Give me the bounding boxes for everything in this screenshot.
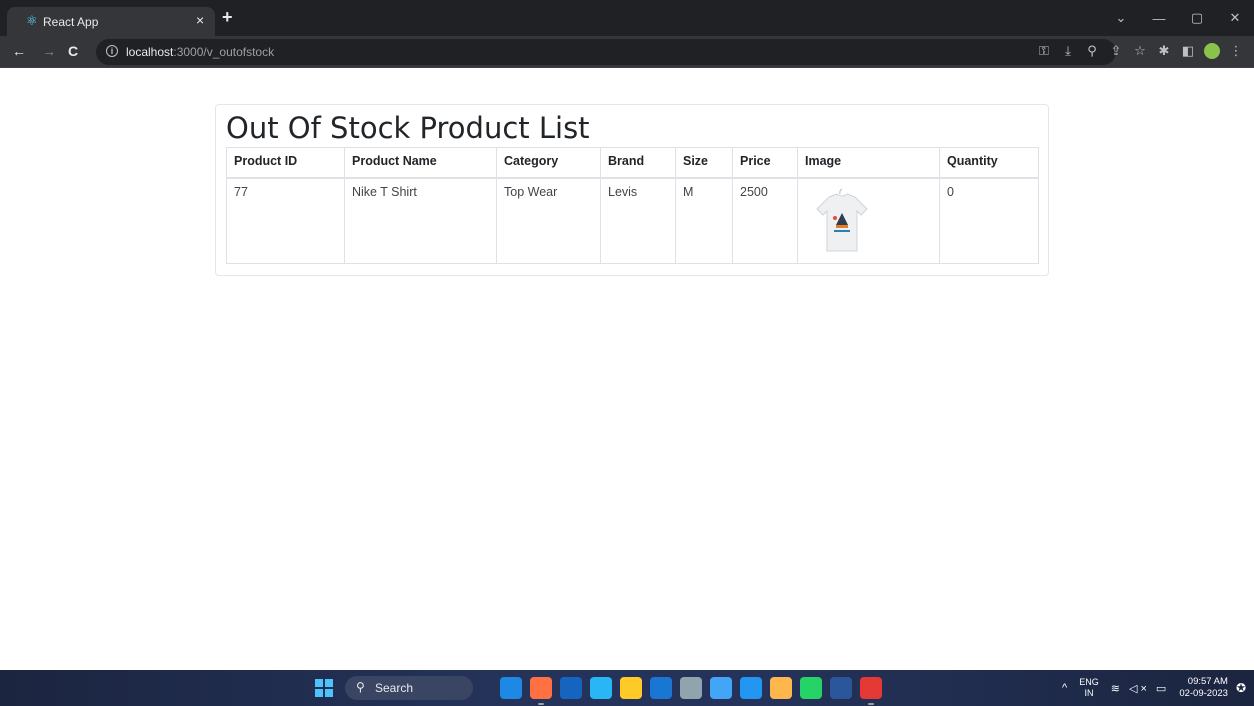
cell-category: Top Wear — [496, 177, 601, 264]
url-path: :3000/v_outofstock — [173, 45, 275, 59]
vscode-icon[interactable] — [740, 677, 762, 699]
page-title: Out Of Stock Product List — [226, 111, 590, 145]
url-host: localhost — [126, 45, 174, 59]
chevron-up-icon[interactable]: ^ — [1062, 682, 1067, 694]
table-row: 77 Nike T Shirt Top Wear Levis M 2500 0 — [226, 177, 1039, 264]
settings-icon[interactable] — [680, 677, 702, 699]
url-text[interactable]: localhost:3000/v_outofstock — [126, 45, 274, 59]
cell-product-name: Nike T Shirt — [344, 177, 497, 264]
tab-search-icon[interactable]: ⌄ — [1102, 10, 1140, 26]
toolbar-icons: ⚿ ⤓ ⚲ ⇪ ☆ ✱ ◧ ⋮ — [1032, 42, 1248, 60]
product-table: Product ID Product Name Category Brand S… — [226, 147, 1039, 264]
tshirt-image — [816, 188, 868, 251]
col-image: Image — [797, 147, 940, 179]
clock-date: 02-09-2023 — [1179, 688, 1228, 699]
col-category: Category — [496, 147, 601, 179]
running-indicator — [538, 703, 544, 705]
tab-react-app[interactable]: ⚛ React App × — [7, 7, 215, 36]
col-product-name: Product Name — [344, 147, 497, 179]
lang-code: ENG — [1079, 677, 1099, 687]
col-product-id: Product ID — [226, 147, 345, 179]
zoom-icon[interactable]: ⚲ — [1080, 42, 1104, 60]
cell-price: 2500 — [732, 177, 798, 264]
site-info-icon[interactable]: i — [106, 45, 118, 57]
close-window-icon[interactable]: ✕ — [1216, 10, 1254, 26]
profile-avatar[interactable] — [1204, 43, 1220, 59]
col-quantity: Quantity — [939, 147, 1039, 179]
cell-brand: Levis — [600, 177, 676, 264]
chrome-icon[interactable] — [530, 677, 552, 705]
monitor-icon[interactable] — [710, 677, 732, 699]
browser-toolbar: ← → C i localhost:3000/v_outofstock ⚿ ⤓ … — [0, 36, 1254, 68]
paint-icon[interactable] — [860, 677, 882, 705]
edge-icon[interactable] — [590, 677, 612, 699]
product-list-card: Out Of Stock Product List Product ID Pro… — [215, 104, 1049, 276]
cell-size: M — [675, 177, 733, 264]
share-icon[interactable]: ⇪ — [1104, 42, 1128, 60]
sidepanel-icon[interactable]: ◧ — [1176, 42, 1200, 60]
new-tab-button[interactable]: + — [222, 8, 233, 26]
extensions-icon[interactable]: ✱ — [1152, 42, 1176, 60]
col-size: Size — [675, 147, 733, 179]
clock[interactable]: 09:57 AM 02-09-2023 — [1179, 676, 1228, 700]
cell-image — [797, 177, 940, 264]
windows-start-icon[interactable] — [315, 679, 333, 697]
store-icon[interactable] — [560, 677, 582, 699]
key-icon[interactable]: ⚿ — [1032, 42, 1056, 60]
system-tray: ^ ENG IN ≋ ◁× ▭ 09:57 AM 02-09-2023 ✪ — [1062, 674, 1246, 702]
word-icon[interactable] — [830, 677, 852, 699]
install-icon[interactable]: ⤓ — [1056, 42, 1080, 60]
lang-region: IN — [1084, 688, 1094, 698]
table-header-row: Product ID Product Name Category Brand S… — [226, 147, 1039, 179]
search-label: Search — [375, 681, 414, 695]
col-price: Price — [732, 147, 798, 179]
menu-icon[interactable]: ⋮ — [1224, 42, 1248, 60]
cell-product-id: 77 — [226, 177, 345, 264]
running-indicator — [868, 703, 874, 705]
address-bar[interactable]: i localhost:3000/v_outofstock — [96, 39, 1116, 65]
notification-icon[interactable]: ✪ — [1236, 681, 1246, 695]
minimize-icon[interactable]: — — [1140, 11, 1178, 26]
files-icon[interactable] — [620, 677, 642, 699]
whatsapp-icon[interactable] — [800, 677, 822, 699]
back-icon[interactable]: ← — [12, 43, 26, 59]
forward-icon[interactable]: → — [42, 43, 56, 59]
l-app-icon[interactable] — [650, 677, 672, 699]
star-icon[interactable]: ☆ — [1128, 42, 1152, 60]
gear-app-icon[interactable] — [770, 677, 792, 699]
clock-time: 09:57 AM — [1187, 676, 1228, 687]
react-icon: ⚛ — [26, 13, 38, 28]
search-icon: ⚲ — [356, 680, 365, 694]
col-brand: Brand — [600, 147, 676, 179]
reload-icon[interactable]: C — [68, 43, 78, 59]
copilot-icon[interactable] — [500, 677, 522, 699]
window-controls: ⌄ — ▢ ✕ — [1102, 0, 1254, 36]
windows-taskbar: ⚲ Search ^ ENG IN ≋ ◁× ▭ 09:57 AM 02-09-20… — [0, 670, 1254, 706]
page-content: Out Of Stock Product List Product ID Pro… — [0, 69, 1254, 670]
tab-title: React App — [43, 15, 99, 29]
taskbar-apps — [500, 677, 882, 705]
cell-quantity: 0 — [939, 177, 1039, 264]
network-volume-battery-icons[interactable]: ≋ ◁× ▭ — [1111, 682, 1170, 695]
browser-tabstrip: ⚛ React App × + ⌄ — ▢ ✕ — [0, 0, 1254, 36]
language-indicator[interactable]: ENG IN — [1079, 677, 1099, 699]
maximize-icon[interactable]: ▢ — [1178, 10, 1216, 26]
tab-close-icon[interactable]: × — [196, 13, 204, 27]
taskbar-search[interactable]: ⚲ Search — [345, 676, 473, 700]
